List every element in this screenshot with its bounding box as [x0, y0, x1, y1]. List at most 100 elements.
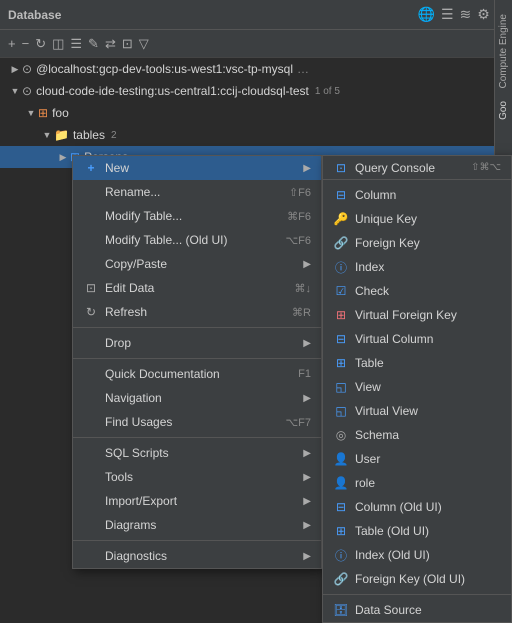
filter2-icon[interactable]: ▽: [139, 36, 149, 52]
menu-item-view[interactable]: ◱ View: [323, 375, 511, 399]
virtual-view-icon: ◱: [333, 404, 349, 418]
navigation-label: Navigation: [83, 391, 162, 405]
quick-doc-shortcut: F1: [298, 368, 311, 380]
menu-item-unique-key[interactable]: 🔑 Unique Key: [323, 207, 511, 231]
separator-1: [73, 327, 321, 328]
foreign-key-label: 🔗 Foreign Key: [333, 236, 420, 250]
globe-icon[interactable]: 🌐: [418, 6, 435, 23]
index-old-text: Index (Old UI): [355, 548, 430, 562]
table-text: Table: [355, 356, 384, 370]
unique-key-label: 🔑 Unique Key: [333, 212, 417, 226]
menu-item-copy-paste[interactable]: Copy/Paste ▶: [73, 252, 321, 276]
table-old-icon: ⊞: [333, 524, 349, 538]
edit-data-icon: ⊡: [83, 281, 99, 295]
list-icon[interactable]: ☰: [441, 6, 454, 23]
menu-item-find-usages[interactable]: Find Usages ⌥F7: [73, 410, 321, 434]
menu-item-role[interactable]: 👤 role: [323, 471, 511, 495]
menu-item-quick-doc[interactable]: Quick Documentation F1: [73, 362, 321, 386]
menu-item-table-old[interactable]: ⊞ Table (Old UI): [323, 519, 511, 543]
table-old-label: ⊞ Table (Old UI): [333, 524, 429, 538]
menu-item-column-old[interactable]: ⊟ Column (Old UI): [323, 495, 511, 519]
tree-item-foo[interactable]: ▼ ⊞ foo: [0, 102, 512, 124]
check-label: ☑ Check: [333, 284, 389, 298]
menu-item-check[interactable]: ☑ Check: [323, 279, 511, 303]
rename-shortcut: ⇧F6: [289, 186, 311, 199]
schema-icon[interactable]: ◫: [52, 36, 64, 52]
navigation-arrow: ▶: [303, 393, 311, 404]
modify-table-shortcut: ⌘F6: [287, 210, 311, 223]
menu-item-table[interactable]: ⊞ Table: [323, 351, 511, 375]
menu-item-tools[interactable]: Tools ▶: [73, 465, 321, 489]
data-source-label: 🗄 Data Source: [333, 603, 422, 617]
menu-item-virtual-fk[interactable]: ⊞ Virtual Foreign Key: [323, 303, 511, 327]
menu-item-modify-table[interactable]: Modify Table... ⌘F6: [73, 204, 321, 228]
menu-item-edit-data[interactable]: ⊡ Edit Data ⌘↓: [73, 276, 321, 300]
toolbar-icons: 🌐 ☰ ≋ ⚙ −: [418, 6, 504, 23]
column-old-icon: ⊟: [333, 500, 349, 514]
menu-item-foreign-key[interactable]: 🔗 Foreign Key: [323, 231, 511, 255]
server-icon-localhost: ⊙: [22, 62, 32, 76]
settings-icon[interactable]: ⚙: [477, 6, 490, 23]
cloudcode-label: cloud-code-ide-testing:us-central1:ccij-…: [36, 84, 309, 98]
diagrams-arrow: ▶: [303, 520, 311, 531]
user-icon: 👤: [333, 452, 349, 466]
sql-scripts-text: SQL Scripts: [105, 446, 169, 460]
menu-item-diagrams[interactable]: Diagrams ▶: [73, 513, 321, 537]
check-text: Check: [355, 284, 389, 298]
menu-item-import-export[interactable]: Import/Export ▶: [73, 489, 321, 513]
edit-data-shortcut: ⌘↓: [295, 282, 312, 295]
menu-item-column[interactable]: ⊟ Column: [323, 183, 511, 207]
collapse-arrow-localhost: ▶: [8, 64, 22, 75]
tree-item-tables[interactable]: ▼ 📁 tables 2: [0, 124, 512, 146]
menu-item-index[interactable]: ⓘ Index: [323, 255, 511, 279]
remove-icon[interactable]: −: [22, 36, 30, 51]
schema-text: Schema: [355, 428, 399, 442]
menu-item-navigation[interactable]: Navigation ▶: [73, 386, 321, 410]
foo-label: foo: [52, 106, 69, 120]
sync-icon[interactable]: ⇄: [105, 36, 116, 52]
menu-item-index-old[interactable]: ⓘ Index (Old UI): [323, 543, 511, 567]
menu-item-user[interactable]: 👤 User: [323, 447, 511, 471]
query-icon[interactable]: ⊡: [122, 36, 133, 52]
menu-item-virtual-view[interactable]: ◱ Virtual View: [323, 399, 511, 423]
server-icon-cloudcode: ⊙: [22, 84, 32, 98]
right-menu-separator: [323, 594, 511, 595]
diagnostics-arrow: ▶: [303, 551, 311, 562]
menu-item-schema[interactable]: ◎ Schema: [323, 423, 511, 447]
tree-item-cloudcode[interactable]: ▼ ⊙ cloud-code-ide-testing:us-central1:c…: [0, 80, 512, 102]
collapse-arrow-foo: ▼: [24, 108, 38, 118]
menu-item-drop[interactable]: Drop ▶: [73, 331, 321, 355]
diagrams-label: Diagrams: [83, 518, 156, 532]
menu-item-sql-scripts[interactable]: SQL Scripts ▶: [73, 441, 321, 465]
db-icon-foo: ⊞: [38, 106, 48, 120]
menu-item-modify-table-old[interactable]: Modify Table... (Old UI) ⌥F6: [73, 228, 321, 252]
refresh-menu-icon: ↻: [83, 305, 99, 319]
menu-item-foreign-key-old[interactable]: 🔗 Foreign Key (Old UI): [323, 567, 511, 591]
menu-item-virtual-col[interactable]: ⊟ Virtual Column: [323, 327, 511, 351]
role-text: role: [355, 476, 375, 490]
side-tab-compute-engine[interactable]: Compute Engine: [496, 10, 511, 93]
tree-item-localhost[interactable]: ▶ ⊙ @localhost:gcp-dev-tools:us-west1:vs…: [0, 58, 512, 80]
unique-key-icon: 🔑: [333, 212, 349, 226]
properties-icon[interactable]: ☰: [70, 36, 82, 52]
menu-item-diagnostics[interactable]: Diagnostics ▶: [73, 544, 321, 568]
edit-icon[interactable]: ✎: [88, 36, 99, 52]
menu-item-new[interactable]: + New ▶: [73, 156, 321, 180]
view-label: ◱ View: [333, 380, 381, 394]
menu-item-query-console[interactable]: ⊡ Query Console ⇧⌘⌥: [323, 156, 511, 180]
modify-table-text: Modify Table...: [105, 209, 182, 223]
refresh-icon[interactable]: ↻: [35, 36, 46, 52]
filter-icon[interactable]: ≋: [460, 6, 472, 23]
side-tab-goo[interactable]: Goo: [496, 97, 511, 124]
cloudcode-badge: 1 of 5: [315, 86, 340, 97]
foreign-key-icon: 🔗: [333, 236, 349, 250]
table-icon: ⊞: [333, 356, 349, 370]
view-text: View: [355, 380, 381, 394]
collapse-arrow-cloudcode: ▼: [8, 86, 22, 96]
menu-item-refresh[interactable]: ↻ Refresh ⌘R: [73, 300, 321, 324]
sql-scripts-label: SQL Scripts: [83, 446, 169, 460]
separator-4: [73, 540, 321, 541]
add-icon[interactable]: +: [8, 36, 16, 51]
menu-item-data-source[interactable]: 🗄 Data Source: [323, 598, 511, 622]
menu-item-rename[interactable]: Rename... ⇧F6: [73, 180, 321, 204]
